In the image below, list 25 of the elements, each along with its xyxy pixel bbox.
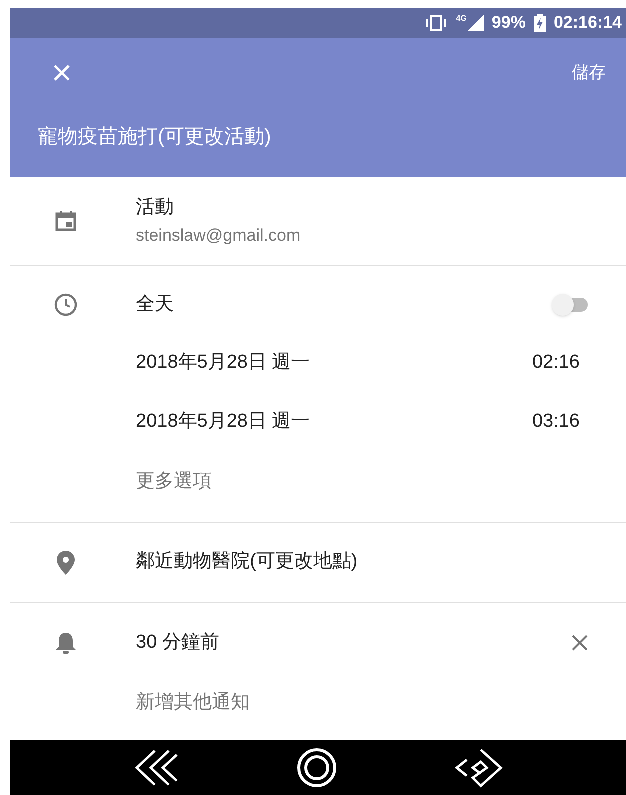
- vibrate-icon: [424, 15, 448, 31]
- more-options-link[interactable]: 更多選項: [136, 468, 212, 496]
- clock-time: 02:16:14: [554, 12, 622, 34]
- add-notification-link[interactable]: 新增其他通知: [136, 688, 250, 718]
- event-title: 寵物疫苗施打(可更改活動): [37, 125, 272, 150]
- all-day-label: 全天: [136, 292, 175, 317]
- close-icon: [570, 633, 590, 653]
- time-field[interactable]: 03:16: [532, 408, 580, 437]
- notification-label[interactable]: 30 分鐘前: [136, 628, 568, 658]
- location-text[interactable]: 鄰近動物醫院(可更改地點): [136, 548, 358, 577]
- calendar-name: 活動: [136, 196, 175, 220]
- battery-percent: 99%: [492, 12, 526, 34]
- calendar-icon: [55, 210, 77, 232]
- account-email: steinslaw@gmail.com: [136, 224, 301, 246]
- all-day-switch[interactable]: [552, 294, 590, 316]
- clock-icon: [54, 293, 78, 317]
- battery-charging-icon: [534, 14, 546, 32]
- date-field[interactable]: 2018年5月28日 週一: [136, 408, 532, 437]
- close-icon: [52, 63, 72, 83]
- time-field[interactable]: 02:16: [532, 349, 580, 378]
- location-pin-icon: [57, 550, 75, 574]
- network-label: 4G: [456, 15, 467, 23]
- bell-icon: [55, 631, 77, 655]
- date-field[interactable]: 2018年5月28日 週一: [136, 349, 532, 378]
- signal-icon: [468, 15, 484, 31]
